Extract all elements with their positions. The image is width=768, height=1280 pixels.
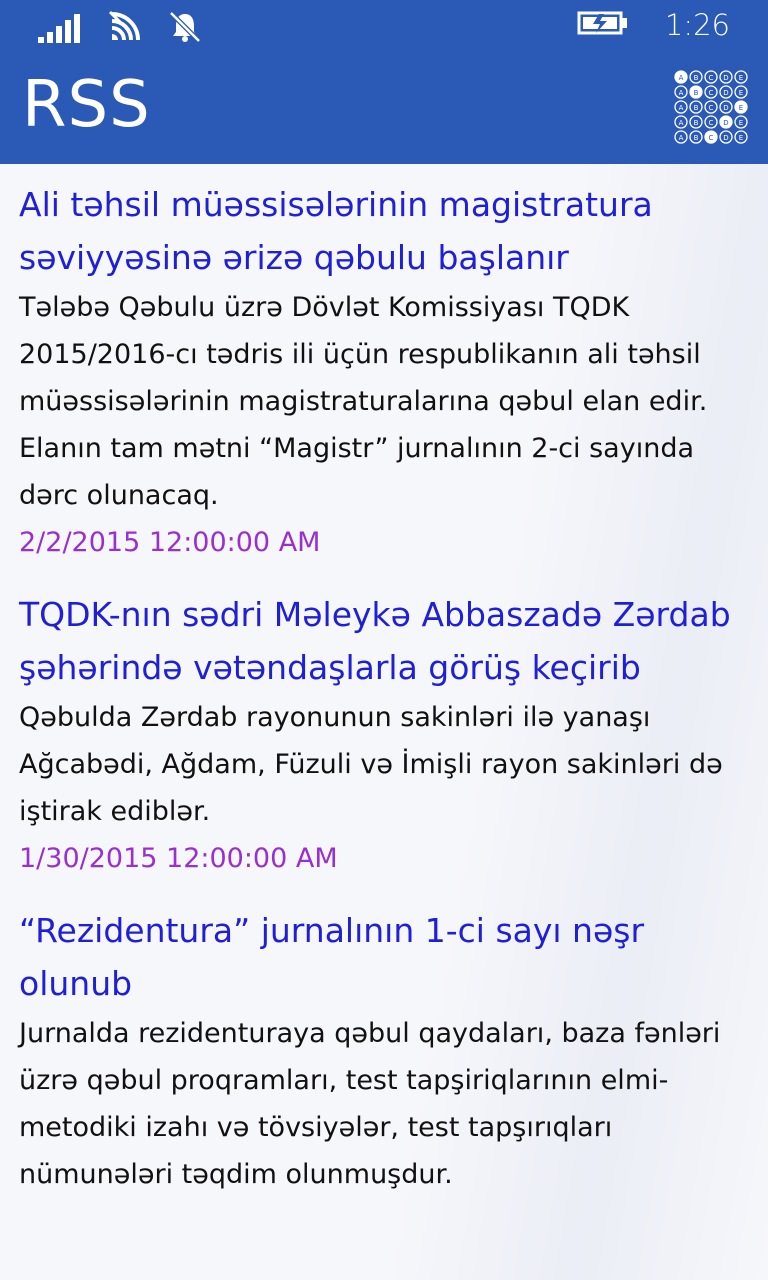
feed-item-description: Tələbə Qəbulu üzrə Dövlət Komissiyası TQ…: [19, 292, 708, 511]
status-icons-right: 1:26: [577, 8, 730, 42]
signal-icon: [38, 11, 84, 47]
svg-text:E: E: [739, 74, 743, 82]
rss-feed-list: Ali təhsil müəssisələrinin magistratura …: [19, 178, 749, 1220]
status-icons-left: [38, 10, 202, 48]
status-bar: 1:26: [0, 0, 768, 56]
svg-text:C: C: [709, 134, 714, 142]
feed-container[interactable]: Ali təhsil müəssisələrinin magistratura …: [0, 164, 768, 1280]
feed-item-title[interactable]: “Rezidentura” jurnalının 1-ci sayı nəşr …: [19, 904, 749, 1010]
app-header: RSS A B C D E A B C D E A B C D E A B C D E A B C D E: [0, 56, 768, 164]
svg-text:D: D: [723, 104, 728, 112]
svg-text:B: B: [694, 119, 699, 127]
page-title: RSS: [22, 68, 151, 142]
feed-item[interactable]: TQDK-nın sədri Məleykə Abbaszadə Zərdab …: [19, 588, 749, 882]
svg-text:A: A: [679, 89, 684, 97]
silent-bell-icon: [168, 10, 202, 48]
feed-item-description: Qəbulda Zərdab rayonunun sakinləri ilə y…: [19, 702, 723, 827]
svg-text:E: E: [739, 89, 743, 97]
feed-item-description: Jurnalda rezidenturaya qəbul qaydaları, …: [19, 1018, 721, 1190]
svg-text:E: E: [739, 104, 743, 112]
svg-text:A: A: [679, 74, 684, 82]
svg-text:A: A: [679, 134, 684, 142]
feed-item[interactable]: Ali təhsil müəssisələrinin magistratura …: [19, 178, 749, 566]
feed-item-date: 2/2/2015 12:00:00 AM: [19, 527, 321, 558]
wifi-icon: [108, 10, 144, 48]
svg-text:B: B: [694, 104, 699, 112]
answer-sheet-logo-icon[interactable]: A B C D E A B C D E A B C D E A B C D E A B C D E: [674, 70, 748, 148]
svg-text:C: C: [709, 119, 714, 127]
svg-text:B: B: [694, 134, 699, 142]
clock-time: 1:26: [664, 8, 730, 42]
svg-text:A: A: [679, 104, 684, 112]
battery-charging-icon: [577, 8, 629, 42]
svg-text:C: C: [709, 89, 714, 97]
svg-text:E: E: [739, 119, 743, 127]
svg-text:D: D: [723, 134, 728, 142]
feed-item[interactable]: “Rezidentura” jurnalının 1-ci sayı nəşr …: [19, 904, 749, 1198]
feed-item-title[interactable]: TQDK-nın sədri Məleykə Abbaszadə Zərdab …: [19, 588, 749, 694]
svg-text:B: B: [694, 89, 699, 97]
svg-text:A: A: [679, 119, 684, 127]
svg-text:C: C: [709, 104, 714, 112]
svg-text:D: D: [723, 74, 728, 82]
svg-text:B: B: [694, 74, 699, 82]
svg-text:D: D: [723, 89, 728, 97]
svg-text:C: C: [709, 74, 714, 82]
svg-text:E: E: [739, 134, 743, 142]
feed-item-title[interactable]: Ali təhsil müəssisələrinin magistratura …: [19, 178, 749, 284]
feed-item-date: 1/30/2015 12:00:00 AM: [19, 843, 338, 874]
svg-text:D: D: [723, 119, 728, 127]
